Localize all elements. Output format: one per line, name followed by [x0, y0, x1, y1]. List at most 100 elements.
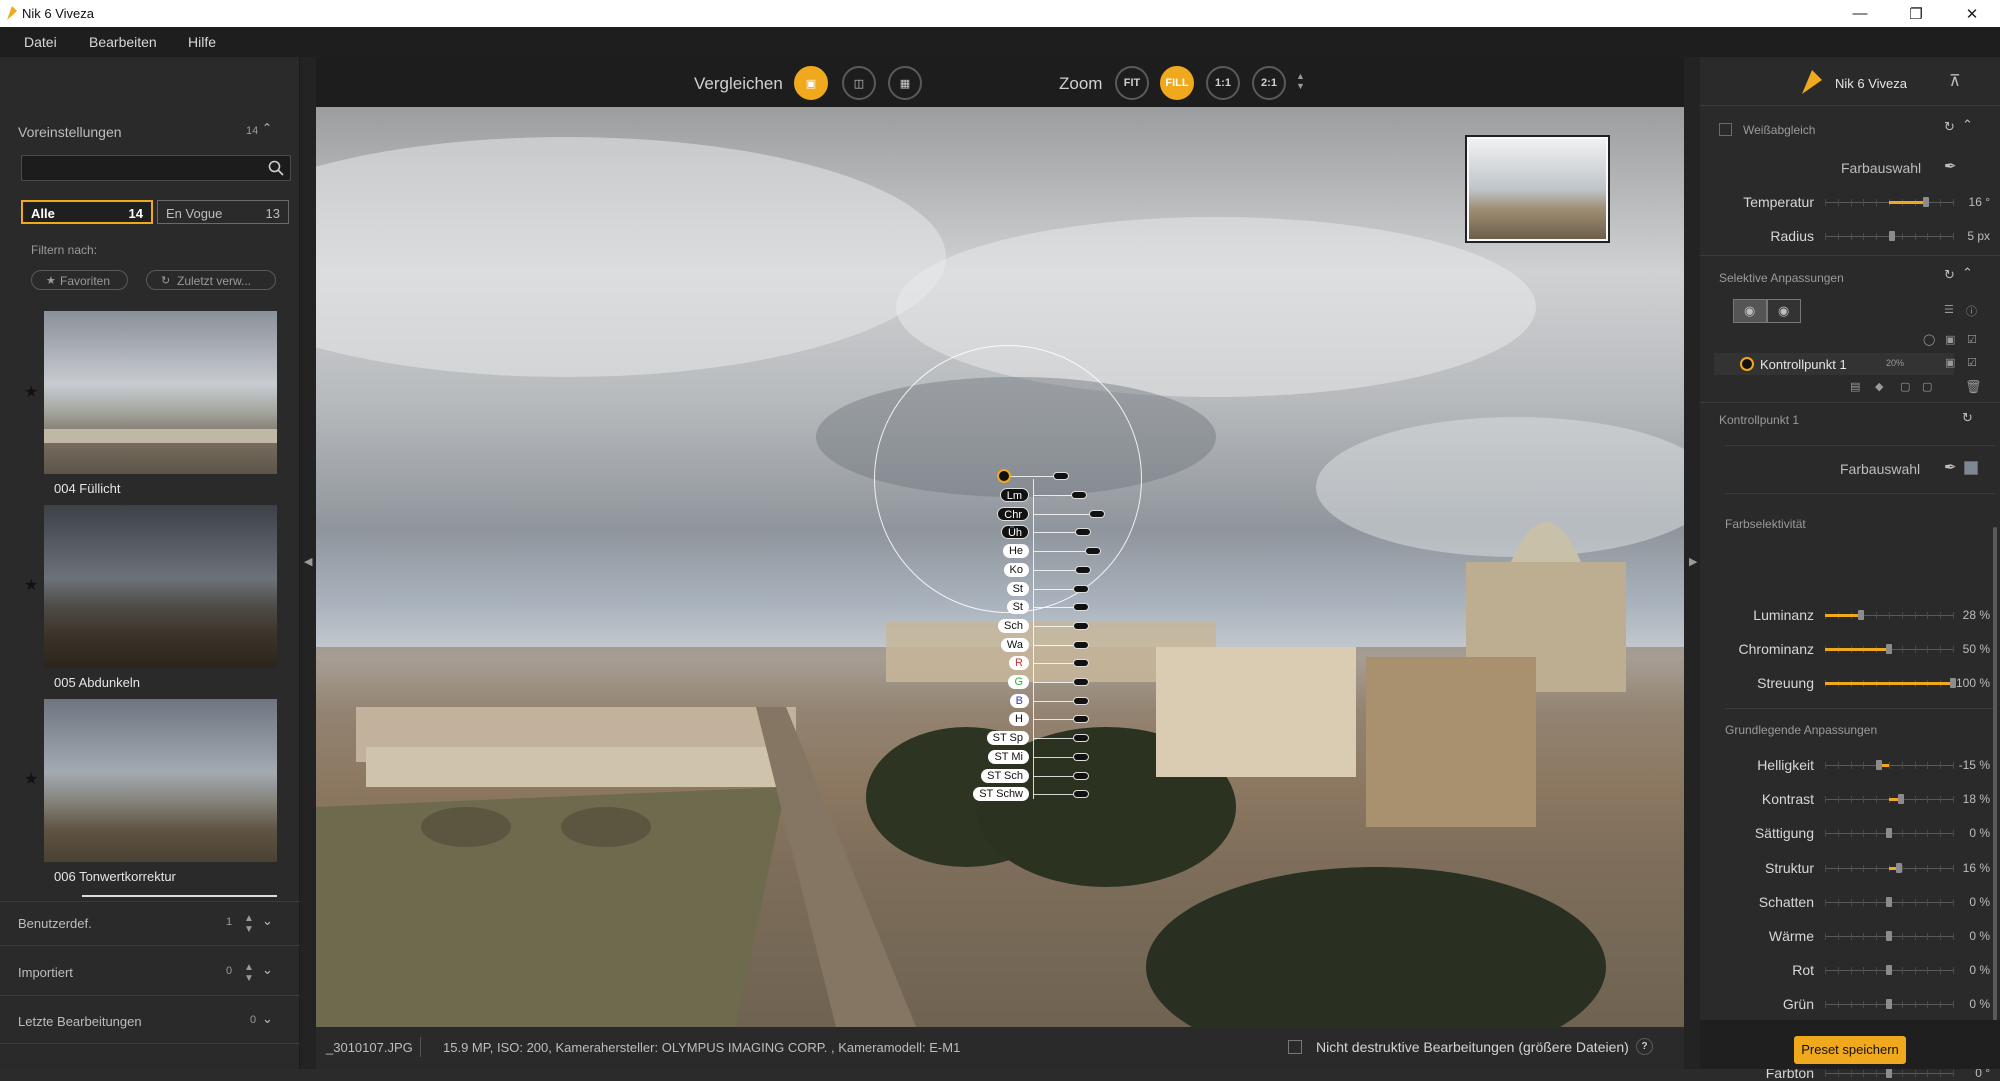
tab-alle[interactable]: Alle 14 [21, 200, 153, 224]
slider-wärme[interactable] [1825, 930, 1954, 944]
group-icon[interactable]: ▢ [1900, 380, 1910, 393]
control-point-slider-knob[interactable] [1073, 771, 1089, 780]
ungroup-icon[interactable]: ▢ [1922, 380, 1932, 393]
slider-schatten[interactable] [1825, 896, 1954, 910]
nondestructive-checkbox[interactable] [1288, 1040, 1302, 1054]
control-point-label[interactable]: St [1006, 600, 1029, 615]
control-point-slider-knob[interactable] [1073, 640, 1089, 649]
panel-scrollbar[interactable] [1993, 527, 1997, 1027]
zoom-stepper-icon[interactable]: ▲ ▼ [1296, 71, 1305, 91]
tab-en-vogue[interactable]: En Vogue 13 [157, 200, 289, 224]
color-swatch[interactable] [1964, 461, 1978, 475]
delete-icon[interactable]: 🗑 [1965, 379, 1982, 395]
control-point-slider-knob[interactable] [1085, 547, 1101, 556]
control-point-slider-knob[interactable] [1073, 790, 1089, 799]
photo-canvas[interactable]: Lm Chr Üh He Ko St St Sch Wa R G B H ST Sp ST Mi ST Sch… [316, 107, 1684, 1027]
menu-hilfe[interactable]: Hilfe [188, 34, 216, 50]
save-preset-button[interactable]: Preset speichern [1794, 1036, 1906, 1064]
collapse-top-icon[interactable]: ⊼ [1949, 71, 1961, 91]
control-point-label[interactable]: Ko [1003, 562, 1029, 577]
reset-icon[interactable]: ↻ [1962, 410, 1973, 426]
filter-recent[interactable]: ↻ Zuletzt verw... [146, 270, 276, 290]
collapse-chevron-icon[interactable]: ⌃ [1962, 117, 1973, 133]
preset-search-input[interactable] [21, 155, 291, 181]
control-point-label[interactable]: ST Sp [986, 731, 1029, 746]
eyedropper-icon[interactable]: ✒ [1944, 458, 1957, 476]
preset-search-field[interactable] [22, 156, 252, 180]
zoom-2-1-button[interactable]: 2:1 [1252, 66, 1286, 100]
slider-temperatur[interactable] [1825, 196, 1954, 210]
sort-icon[interactable]: ▲ ▼ [244, 913, 254, 935]
zoom-1-1-button[interactable]: 1:1 [1206, 66, 1240, 100]
favorite-star-icon[interactable]: ★ [24, 382, 38, 402]
compare-split-button[interactable]: ◫ [842, 66, 876, 100]
reset-icon[interactable]: ↻ [1944, 267, 1955, 283]
collapse-left-icon[interactable]: ◀ [304, 555, 312, 568]
enable-all-icon[interactable]: ☑ [1967, 333, 1977, 346]
minimize-button[interactable]: — [1832, 0, 1888, 27]
favorite-star-icon[interactable]: ★ [24, 575, 38, 595]
section-benutzerdef[interactable]: Benutzerdef. [18, 916, 92, 931]
control-point-slider-knob[interactable] [1073, 603, 1089, 612]
control-point-label[interactable]: ST Sch [981, 768, 1029, 783]
expand-chevron-icon[interactable]: ⌄ [262, 913, 273, 929]
control-point-label[interactable]: B [1009, 693, 1029, 708]
add-control-point-button[interactable]: ◉ [1733, 299, 1767, 323]
preview-navigator[interactable] [1467, 137, 1608, 241]
control-point-center-icon[interactable] [997, 469, 1011, 483]
duplicate-icon[interactable]: ◆ [1875, 380, 1883, 393]
help-icon[interactable]: ? [1636, 1038, 1653, 1055]
control-point-label[interactable]: G [1008, 675, 1029, 689]
add-eye-point-button[interactable]: ◉ [1767, 299, 1801, 323]
control-point-label[interactable]: R [1009, 656, 1029, 671]
control-point-label[interactable]: Wa [1000, 637, 1029, 652]
menu-datei[interactable]: Datei [24, 34, 57, 50]
preset-thumbnail-1[interactable] [44, 311, 277, 474]
expand-chevron-icon[interactable]: ⌄ [262, 1011, 273, 1027]
slider-radius[interactable] [1825, 230, 1954, 244]
filter-favoriten[interactable]: ★ Favoriten [31, 270, 128, 290]
sort-icon[interactable]: ▲ ▼ [244, 962, 254, 984]
control-point-slider-knob[interactable] [1073, 659, 1089, 668]
control-point-label[interactable]: ST Mi [988, 749, 1029, 764]
preset-thumbnail-3[interactable] [44, 699, 277, 862]
slider-sättigung[interactable] [1825, 827, 1954, 841]
close-button[interactable]: ✕ [1944, 0, 2000, 27]
slider-luminanz[interactable] [1825, 609, 1954, 623]
right-panel-gutter[interactable]: ▶ [1684, 57, 1700, 1069]
section-letzte[interactable]: Letzte Bearbeitungen [18, 1014, 142, 1029]
restore-button[interactable]: ❐ [1888, 0, 1944, 27]
enable-icon[interactable]: ☑ [1967, 356, 1977, 369]
control-point-slider-knob[interactable] [1075, 565, 1091, 574]
preset-scroll-indicator[interactable] [82, 895, 277, 897]
preset-thumbnail-2[interactable] [44, 505, 277, 668]
control-point-label[interactable]: St [1006, 581, 1029, 596]
list-options-icon[interactable]: ☰ [1944, 303, 1954, 316]
reset-icon[interactable]: ↻ [1944, 119, 1955, 135]
control-point-slider-knob[interactable] [1075, 528, 1091, 537]
compare-single-button[interactable]: ▣ [794, 66, 828, 100]
mask-toggle-icon[interactable]: ▣ [1945, 356, 1955, 369]
expand-chevron-icon[interactable]: ⌄ [262, 962, 273, 978]
slider-struktur[interactable] [1825, 862, 1954, 876]
eyedropper-icon[interactable]: ✒ [1944, 157, 1957, 175]
slider-helligkeit[interactable] [1825, 759, 1954, 773]
control-point-slider-knob[interactable] [1071, 491, 1087, 499]
collapse-right-icon[interactable]: ▶ [1689, 555, 1697, 568]
control-point-row[interactable]: Kontrollpunkt 1 20% [1714, 353, 1954, 375]
control-point-slider-knob[interactable] [1073, 678, 1089, 686]
slider-chrominanz[interactable] [1825, 643, 1954, 657]
control-point-label[interactable]: Chr [997, 506, 1029, 521]
slider-kontrast[interactable] [1825, 793, 1954, 807]
section-importiert[interactable]: Importiert [18, 965, 73, 980]
favorite-star-icon[interactable]: ★ [24, 769, 38, 789]
menu-bearbeiten[interactable]: Bearbeiten [89, 34, 157, 50]
compare-side-button[interactable]: ▦ [888, 66, 922, 100]
control-point-label[interactable]: He [1002, 544, 1029, 559]
control-point-slider-knob[interactable] [1073, 752, 1089, 761]
help-icon[interactable]: ⓘ [1966, 303, 1977, 319]
control-point-label[interactable]: Lm [999, 488, 1029, 502]
control-point-slider-knob[interactable] [1073, 715, 1089, 724]
slider-streuung[interactable] [1825, 677, 1956, 691]
control-point[interactable]: Lm Chr Üh He Ko St St Sch Wa R G B H ST Sp ST Mi ST Sch… [973, 469, 1317, 802]
